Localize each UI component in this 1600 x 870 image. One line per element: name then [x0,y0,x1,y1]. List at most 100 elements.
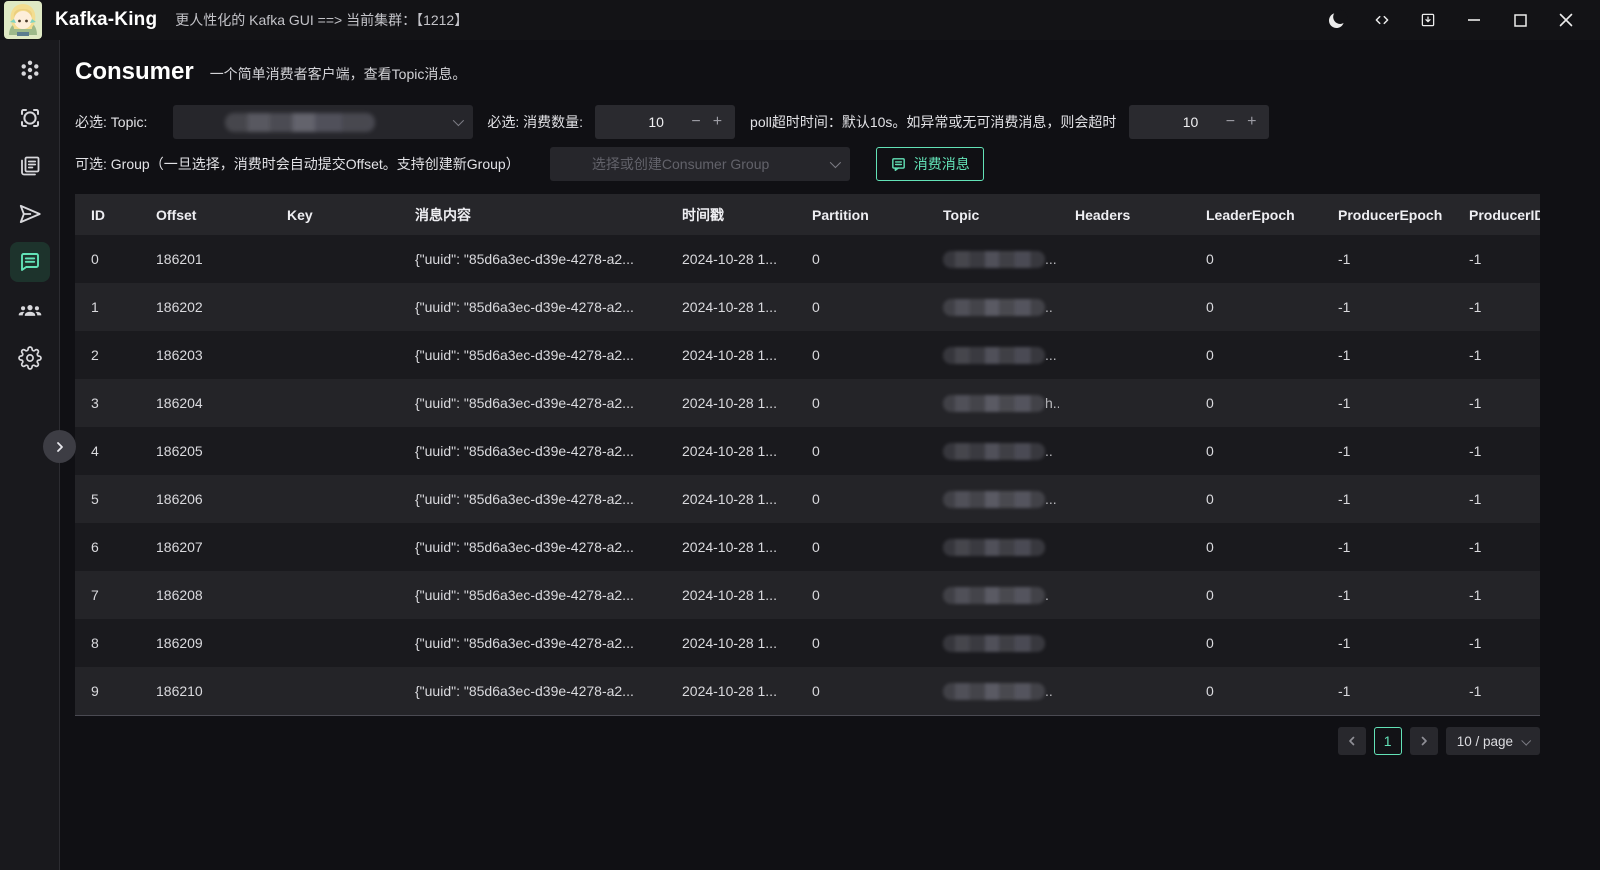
table-row[interactable]: 2 186203 {"uuid": "85d6a3ec-d39e-4278-a2… [75,331,1540,379]
consume-count-input[interactable]: 10 −+ [595,105,735,139]
cell-timestamp: 2024-10-28 1... [666,667,796,715]
table-row[interactable]: 8 186209 {"uuid": "85d6a3ec-d39e-4278-a2… [75,619,1540,667]
consume-count-label: 必选: 消费数量: [487,112,583,132]
cell-headers [1059,283,1190,331]
cell-producerid: -1 [1453,379,1540,427]
redacted-topic-name [943,443,1045,460]
decrement-button[interactable]: − [691,114,700,130]
sidebar-item-topics[interactable] [10,146,50,186]
cell-producerepoch: -1 [1322,475,1453,523]
cell-message: {"uuid": "85d6a3ec-d39e-4278-a2... [399,571,666,619]
cell-offset: 186202 [140,283,271,331]
table-row[interactable]: 4 186205 {"uuid": "85d6a3ec-d39e-4278-a2… [75,427,1540,475]
current-page-button[interactable]: 1 [1374,727,1402,755]
download-button[interactable] [1412,5,1444,35]
table-row[interactable]: 5 186206 {"uuid": "85d6a3ec-d39e-4278-a2… [75,475,1540,523]
devtools-button[interactable] [1366,5,1398,35]
table-body: 0 186201 {"uuid": "85d6a3ec-d39e-4278-a2… [75,235,1540,715]
column-header-leaderepoch: LeaderEpoch [1190,194,1322,235]
cell-leaderepoch: 0 [1190,619,1322,667]
close-button[interactable] [1550,5,1582,35]
cell-key [271,379,399,427]
consume-count-value: 10 [595,114,691,130]
cell-id: 8 [75,619,140,667]
table-row[interactable]: 1 186202 {"uuid": "85d6a3ec-d39e-4278-a2… [75,283,1540,331]
sidebar-item-producer[interactable] [10,194,50,234]
consumer-form-row-1: 必选: Topic: 必选: 消费数量: 10 −+ poll超时时间：默认10… [75,105,1600,139]
cell-timestamp: 2024-10-28 1... [666,427,796,475]
topic-select[interactable] [173,105,473,139]
table-row[interactable]: 6 186207 {"uuid": "85d6a3ec-d39e-4278-a2… [75,523,1540,571]
cell-partition: 0 [796,475,927,523]
table-row[interactable]: 9 186210 {"uuid": "85d6a3ec-d39e-4278-a2… [75,667,1540,715]
cell-producerid: -1 [1453,475,1540,523]
cell-producerid: -1 [1453,283,1540,331]
cell-headers [1059,379,1190,427]
cell-partition: 0 [796,427,927,475]
increment-button[interactable]: + [713,114,722,130]
group-label: 可选: Group（一旦选择，消费时会自动提交Offset。支持创建新Group… [75,154,520,174]
cell-key [271,475,399,523]
cell-partition: 0 [796,523,927,571]
next-page-button[interactable] [1410,727,1438,755]
consumer-group-select[interactable]: 选择或创建Consumer Group [550,147,850,181]
redacted-topic-name [943,587,1045,604]
table-row[interactable]: 0 186201 {"uuid": "85d6a3ec-d39e-4278-a2… [75,235,1540,283]
cell-topic: . [927,571,1059,619]
redacted-topic-name [943,491,1045,508]
cell-leaderepoch: 0 [1190,283,1322,331]
cell-id: 1 [75,283,140,331]
table-row[interactable]: 3 186204 {"uuid": "85d6a3ec-d39e-4278-a2… [75,379,1540,427]
cell-offset: 186209 [140,619,271,667]
cell-leaderepoch: 0 [1190,379,1322,427]
cell-key [271,667,399,715]
chevron-down-icon [1521,735,1531,745]
sidebar-item-groups[interactable] [10,290,50,330]
consume-messages-button[interactable]: 消费消息 [876,147,984,181]
column-header-timestamp: 时间戳 [666,194,796,235]
cell-topic [927,619,1059,667]
cell-id: 6 [75,523,140,571]
page-subtitle: 一个简单消费者客户端，查看Topic消息。 [210,64,467,84]
cell-key [271,331,399,379]
column-header-id: ID [75,194,140,235]
topic-label: 必选: Topic: [75,112,147,132]
sidebar-expand-button[interactable] [43,430,76,463]
cell-key [271,523,399,571]
cell-producerepoch: -1 [1322,379,1453,427]
cell-producerid: -1 [1453,619,1540,667]
sidebar-item-settings[interactable] [10,338,50,378]
increment-button[interactable]: + [1247,114,1256,130]
cell-message: {"uuid": "85d6a3ec-d39e-4278-a2... [399,283,666,331]
sidebar-item-consumer[interactable] [10,242,50,282]
cell-producerepoch: -1 [1322,331,1453,379]
column-header-message: 消息内容 [399,194,666,235]
cell-leaderepoch: 0 [1190,475,1322,523]
chevron-right-icon [1418,735,1430,747]
prev-page-button[interactable] [1338,727,1366,755]
cell-offset: 186201 [140,235,271,283]
minimize-button[interactable] [1458,5,1490,35]
cluster-icon [18,58,42,82]
theme-toggle-button[interactable] [1320,5,1352,35]
sidebar-item-brokers[interactable] [10,98,50,138]
cell-message: {"uuid": "85d6a3ec-d39e-4278-a2... [399,619,666,667]
decrement-button[interactable]: − [1226,114,1235,130]
sidebar-item-clusters[interactable] [10,50,50,90]
chevron-left-icon [1346,735,1358,747]
cell-offset: 186204 [140,379,271,427]
send-icon [17,201,43,227]
cell-partition: 0 [796,379,927,427]
poll-timeout-input[interactable]: 10 −+ [1129,105,1269,139]
table-row[interactable]: 7 186208 {"uuid": "85d6a3ec-d39e-4278-a2… [75,571,1540,619]
cell-id: 0 [75,235,140,283]
messages-table: ID Offset Key 消息内容 时间戳 Partition Topic H… [75,194,1540,716]
table-header-row: ID Offset Key 消息内容 时间戳 Partition Topic H… [75,194,1540,235]
page-size-select[interactable]: 10 / page [1446,727,1540,755]
maximize-button[interactable] [1504,5,1536,35]
cell-timestamp: 2024-10-28 1... [666,283,796,331]
column-header-headers: Headers [1059,194,1190,235]
cell-partition: 0 [796,667,927,715]
cell-partition: 0 [796,283,927,331]
page-title: Consumer [75,58,194,86]
